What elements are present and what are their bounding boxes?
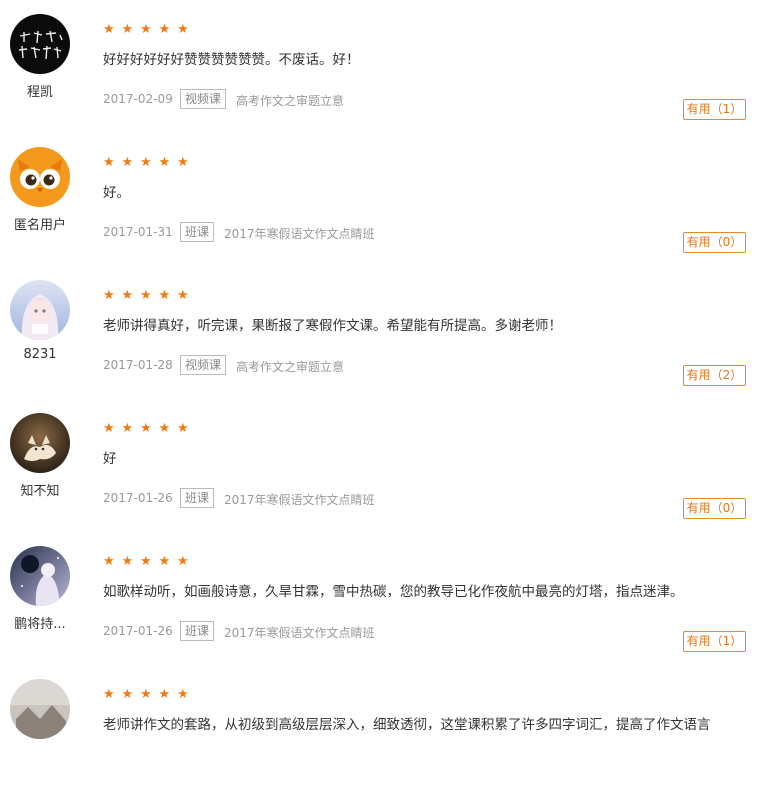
helpful-button[interactable]: 有用（1） bbox=[683, 99, 746, 120]
review-date: 2017-01-26 bbox=[103, 624, 173, 638]
helpful-button[interactable]: 有用（0） bbox=[683, 498, 746, 519]
fox-avatar[interactable] bbox=[10, 413, 70, 473]
course-type-badge: 班课 bbox=[180, 488, 215, 508]
star-icon: ★ bbox=[103, 687, 115, 702]
username[interactable]: 知不知 bbox=[0, 480, 80, 499]
star-icon: ★ bbox=[140, 22, 152, 37]
username[interactable]: 程凯 bbox=[0, 81, 80, 100]
star-icon: ★ bbox=[140, 687, 152, 702]
star-icon: ★ bbox=[140, 155, 152, 170]
review-item: 鹏将持... ★ ★ ★ ★ ★ 如歌样动听，如画般诗意，久旱甘霖，雪中热碳，您的教导已化作… bbox=[0, 539, 782, 672]
star-icon: ★ bbox=[103, 155, 115, 170]
star-icon: ★ bbox=[140, 554, 152, 569]
star-rating: ★ ★ ★ ★ ★ bbox=[103, 683, 196, 702]
owl-avatar[interactable] bbox=[10, 147, 70, 207]
photo-avatar[interactable] bbox=[10, 679, 70, 739]
star-icon: ★ bbox=[121, 421, 134, 436]
review-date: 2017-01-26 bbox=[103, 491, 173, 505]
review-item: ★ ★ ★ ★ ★ 老师讲作文的套路，从初级到高级层层深入，细致透彻，这堂课积累了许多四字… bbox=[0, 672, 782, 805]
course-name[interactable]: 2017年寒假语文作文点睛班 bbox=[224, 225, 375, 242]
star-icon: ★ bbox=[158, 421, 171, 436]
review-date: 2017-02-09 bbox=[103, 92, 173, 106]
star-icon: ★ bbox=[158, 554, 171, 569]
review-item: 程凯 ★ ★ ★ ★ ★ 好好好好好好赞赞赞赞赞赞。不废话。好！ 2017-02-09 视频课高… bbox=[0, 7, 782, 140]
star-icon: ★ bbox=[121, 554, 134, 569]
review-comment: 如歌样动听，如画般诗意，久旱甘霖，雪中热碳，您的教导已化作夜航中最亮的灯塔，指点… bbox=[103, 584, 684, 600]
helpful-button[interactable]: 有用（1） bbox=[683, 631, 746, 652]
course-type-badge: 视频课 bbox=[180, 89, 227, 109]
star-rating: ★ ★ ★ ★ ★ bbox=[103, 417, 196, 436]
star-icon: ★ bbox=[103, 288, 115, 303]
star-icon: ★ bbox=[177, 687, 189, 702]
star-icon: ★ bbox=[177, 155, 189, 170]
star-rating: ★ ★ ★ ★ ★ bbox=[103, 151, 196, 170]
review-comment: 好。 bbox=[103, 185, 130, 201]
star-icon: ★ bbox=[103, 421, 115, 436]
star-icon: ★ bbox=[177, 554, 189, 569]
star-icon: ★ bbox=[121, 22, 134, 37]
review-date: 2017-01-31 bbox=[103, 225, 173, 239]
course-type-badge: 班课 bbox=[180, 222, 215, 242]
star-icon: ★ bbox=[103, 554, 115, 569]
course-name[interactable]: 2017年寒假语文作文点睛班 bbox=[224, 624, 375, 641]
star-icon: ★ bbox=[121, 687, 134, 702]
calligraphy-avatar[interactable] bbox=[10, 14, 70, 74]
helpful-button[interactable]: 有用（2） bbox=[683, 365, 746, 386]
review-comment: 好 bbox=[103, 451, 117, 467]
star-icon: ★ bbox=[177, 288, 189, 303]
anime-girl-avatar[interactable] bbox=[10, 280, 70, 340]
star-icon: ★ bbox=[158, 288, 171, 303]
course-name[interactable]: 2017年寒假语文作文点睛班 bbox=[224, 491, 375, 508]
star-rating: ★ ★ ★ ★ ★ bbox=[103, 550, 196, 569]
review-list: 程凯 ★ ★ ★ ★ ★ 好好好好好好赞赞赞赞赞赞。不废话。好！ 2017-02-09 视频课高… bbox=[0, 0, 782, 739]
star-icon: ★ bbox=[158, 687, 171, 702]
star-icon: ★ bbox=[158, 155, 171, 170]
star-rating: ★ ★ ★ ★ ★ bbox=[103, 284, 196, 303]
review-item: 8231 ★ ★ ★ ★ ★ 老师讲得真好，听完课，果断报了寒假作文课。希望能有所提高。多谢… bbox=[0, 273, 782, 406]
star-icon: ★ bbox=[121, 288, 134, 303]
review-comment: 老师讲作文的套路，从初级到高级层层深入，细致透彻，这堂课积累了许多四字词汇，提高… bbox=[103, 717, 711, 733]
review-comment: 老师讲得真好，听完课，果断报了寒假作文课。希望能有所提高。多谢老师！ bbox=[103, 318, 562, 334]
username[interactable]: 8231 bbox=[0, 347, 80, 362]
star-icon: ★ bbox=[158, 22, 171, 37]
star-icon: ★ bbox=[177, 421, 189, 436]
review-date: 2017-01-28 bbox=[103, 358, 173, 372]
star-icon: ★ bbox=[140, 421, 152, 436]
star-icon: ★ bbox=[177, 22, 189, 37]
course-type-badge: 班课 bbox=[180, 621, 215, 641]
course-name[interactable]: 高考作文之审题立意 bbox=[236, 92, 344, 109]
star-rating: ★ ★ ★ ★ ★ bbox=[103, 18, 196, 37]
review-comment: 好好好好好好赞赞赞赞赞赞。不废话。好！ bbox=[103, 52, 360, 68]
course-name[interactable]: 高考作文之审题立意 bbox=[236, 358, 344, 375]
review-item: 匿名用户 ★ ★ ★ ★ ★ 好。 2017-01-31 班课 2017年寒假语文作文点睛班 有用（… bbox=[0, 140, 782, 273]
star-icon: ★ bbox=[121, 155, 134, 170]
star-icon: ★ bbox=[140, 288, 152, 303]
username[interactable]: 匿名用户 bbox=[0, 214, 80, 233]
course-type-badge: 视频课 bbox=[180, 355, 227, 375]
star-icon: ★ bbox=[103, 22, 115, 37]
night-sky-avatar[interactable] bbox=[10, 546, 70, 606]
review-item: 知不知 ★ ★ ★ ★ ★ 好 2017-01-26 班课 2017年寒假语文作文点睛班 有用（0） bbox=[0, 406, 782, 539]
helpful-button[interactable]: 有用（0） bbox=[683, 232, 746, 253]
username[interactable]: 鹏将持... bbox=[0, 613, 80, 632]
